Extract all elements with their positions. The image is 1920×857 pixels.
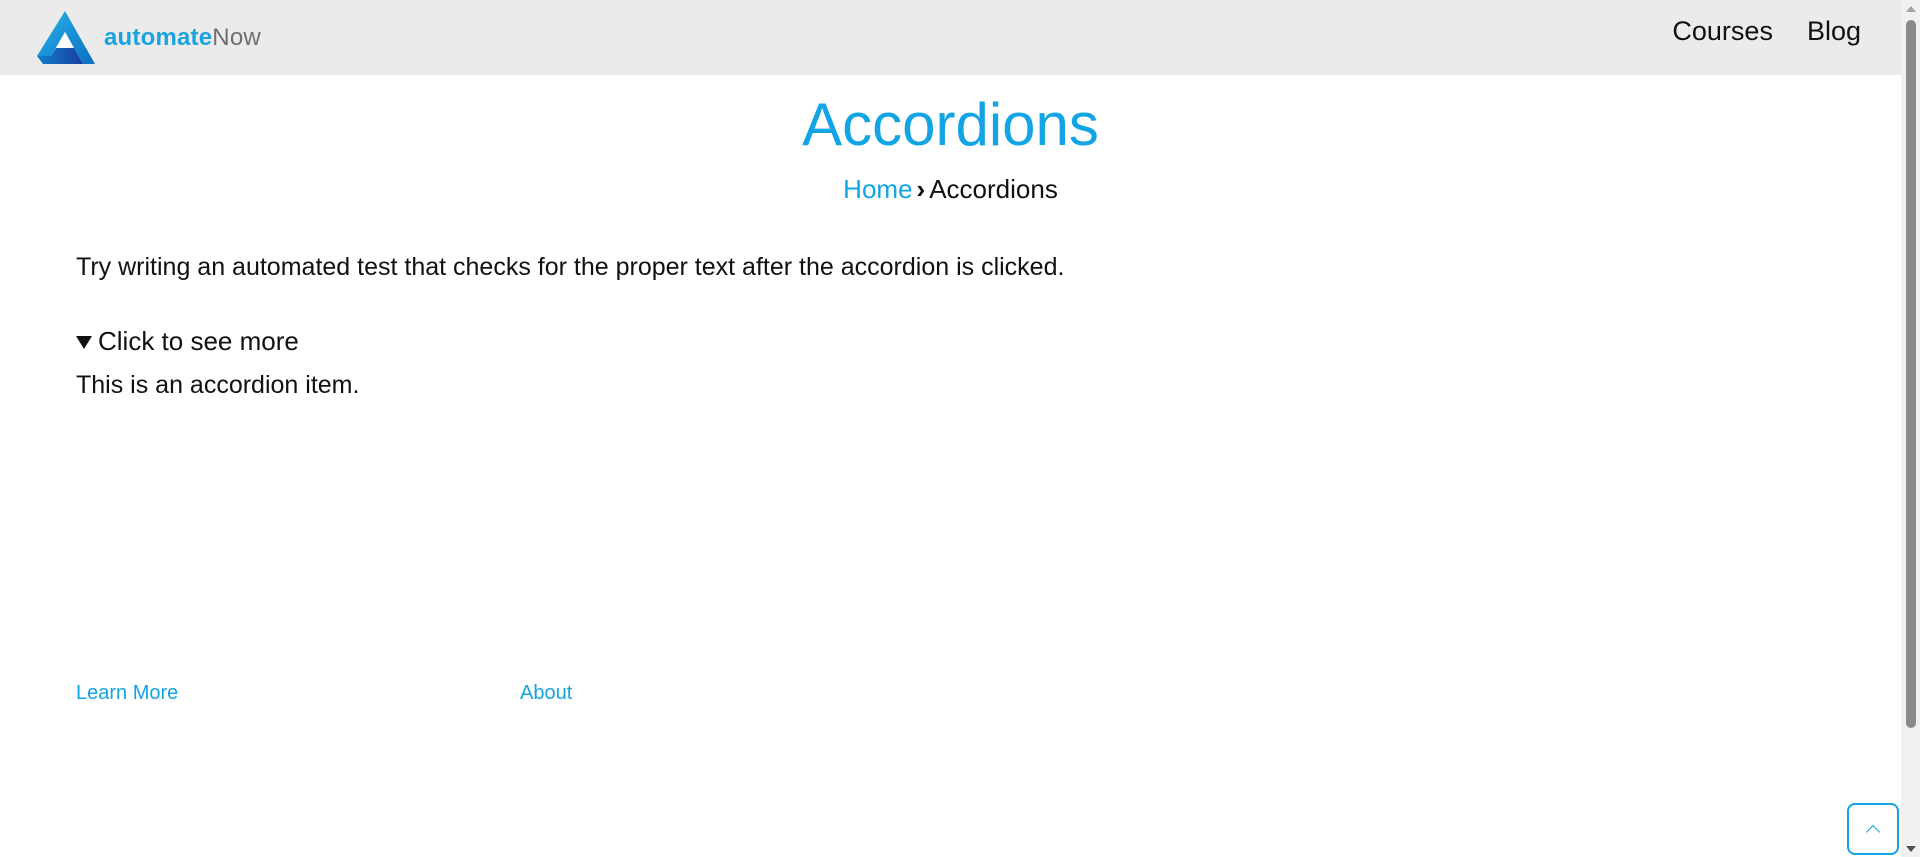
accordion: Click to see more This is an accordion i… [76, 326, 359, 400]
page-title: Accordions [802, 91, 1099, 158]
back-to-top-button[interactable] [1847, 803, 1899, 855]
main-nav: Courses Blog [1672, 16, 1861, 47]
scroll-down-icon [1905, 845, 1916, 852]
breadcrumb-separator: › [916, 174, 926, 204]
vertical-scrollbar[interactable] [1901, 0, 1920, 857]
intro-text: Try writing an automated test that check… [76, 253, 1065, 281]
chevron-up-icon [1865, 824, 1881, 840]
logo-wordmark: automateNow [104, 24, 261, 52]
scroll-up-icon [1905, 5, 1916, 12]
automatenow-logo-icon [37, 11, 95, 64]
footer-link-about[interactable]: About [520, 682, 572, 705]
triangle-down-icon [76, 336, 92, 349]
nav-link-courses[interactable]: Courses [1672, 16, 1773, 47]
scroll-up-arrow[interactable] [1901, 0, 1920, 17]
footer-link-learn-more[interactable]: Learn More [76, 682, 178, 705]
accordion-content: This is an accordion item. [76, 371, 360, 399]
breadcrumb-home-link[interactable]: Home [843, 174, 912, 204]
site-logo-link[interactable]: automateNow [34, 10, 261, 66]
nav-link-blog[interactable]: Blog [1807, 16, 1861, 47]
logo-text-automate: automate [104, 24, 213, 51]
scroll-down-arrow[interactable] [1901, 840, 1920, 857]
breadcrumb: Home › Accordions [0, 174, 1901, 205]
scrollbar-thumb[interactable] [1906, 20, 1916, 728]
accordion-summary-label: Click to see more [98, 326, 299, 356]
site-header: automateNow Courses Blog [0, 0, 1901, 75]
logo-text-now: Now [212, 24, 261, 51]
page: automateNow Courses Blog Accordions Home… [0, 0, 1920, 857]
accordion-toggle[interactable]: Click to see more [76, 326, 359, 357]
breadcrumb-current: Accordions [929, 174, 1058, 204]
